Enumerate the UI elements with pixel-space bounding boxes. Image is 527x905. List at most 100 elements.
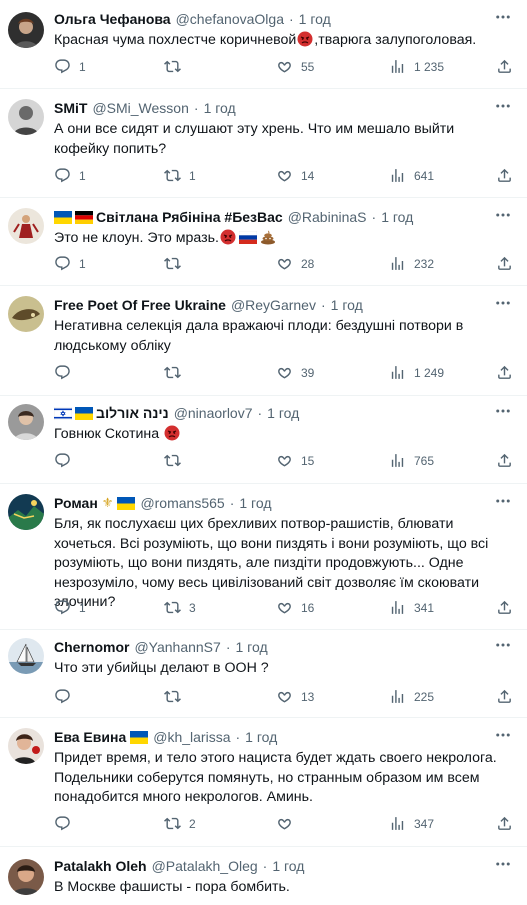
reply-icon (54, 815, 71, 832)
avatar[interactable] (8, 208, 44, 244)
reply-button[interactable]: 1 (54, 167, 86, 184)
retweet-button[interactable]: 1 (164, 167, 196, 184)
user-handle[interactable]: @kh_larissa (153, 728, 230, 746)
views-button[interactable]: 1 235 (389, 58, 444, 75)
display-name[interactable]: SMiT (54, 99, 87, 117)
retweet-icon (164, 255, 181, 272)
avatar[interactable] (8, 12, 44, 48)
display-name[interactable]: Світлана Рябініна #БезВас (96, 208, 283, 226)
display-name[interactable]: Patalakh Oleh (54, 857, 147, 875)
timestamp[interactable]: 1 год (267, 404, 299, 422)
display-name[interactable]: Ольга Чефанова (54, 10, 171, 28)
retweet-button[interactable] (164, 364, 189, 381)
user-handle[interactable]: @chefanovaOlga (176, 10, 284, 28)
avatar[interactable] (8, 728, 44, 764)
avatar[interactable] (8, 296, 44, 332)
like-button[interactable]: 28 (276, 255, 314, 272)
ukraine-flag-icon (54, 211, 72, 224)
timestamp[interactable]: 1 год (381, 208, 413, 226)
user-handle[interactable]: @SMi_Wesson (92, 99, 188, 117)
user-handle[interactable]: @ReyGarnev (231, 296, 316, 314)
display-name[interactable]: Chernomor (54, 638, 129, 656)
like-button[interactable] (276, 815, 301, 832)
avatar[interactable] (8, 859, 44, 895)
display-name[interactable]: Free Poet Of Free Ukraine (54, 296, 226, 314)
views-button[interactable]: 641 (389, 167, 434, 184)
views-button[interactable]: 341 (389, 599, 434, 616)
user-handle[interactable]: @ninaorlov7 (174, 404, 253, 422)
timestamp[interactable]: 1 год (299, 10, 331, 28)
share-button[interactable] (496, 452, 513, 469)
timestamp[interactable]: 1 год (331, 296, 363, 314)
avatar[interactable] (8, 494, 44, 530)
reply-button[interactable]: 1 (54, 599, 86, 616)
reply-button[interactable] (54, 452, 79, 469)
tweet[interactable]: נינה אורלוב @ninaorlov7 · 1 год Говнюк С… (0, 396, 527, 484)
tweet[interactable]: Ева Евина @kh_larissa · 1 год Придет вре… (0, 718, 527, 847)
more-icon[interactable] (493, 636, 513, 654)
tweet[interactable]: Chernomor @YanhannS7 · 1 год Что эти уби… (0, 630, 527, 718)
timestamp[interactable]: 1 год (272, 857, 304, 875)
reply-icon (54, 255, 71, 272)
share-button[interactable] (496, 599, 513, 616)
timestamp[interactable]: 1 год (245, 728, 277, 746)
tweet[interactable]: Роман ⚜ @romans565 · 1 год Бля, як послу… (0, 484, 527, 630)
more-icon[interactable] (493, 97, 513, 115)
reply-button[interactable]: 1 (54, 58, 86, 75)
more-icon[interactable] (493, 206, 513, 224)
retweet-button[interactable] (164, 58, 189, 75)
retweet-button[interactable] (164, 452, 189, 469)
views-button[interactable]: 347 (389, 815, 434, 832)
share-button[interactable] (496, 815, 513, 832)
avatar[interactable] (8, 99, 44, 135)
more-icon[interactable] (493, 726, 513, 744)
reply-button[interactable] (54, 815, 79, 832)
more-icon[interactable] (493, 294, 513, 312)
display-name[interactable]: Ева Евина (54, 728, 126, 746)
tweet[interactable]: Ольга Чефанова @chefanovaOlga · 1 год Кр… (0, 0, 527, 89)
timestamp[interactable]: 1 год (204, 99, 236, 117)
retweet-button[interactable]: 2 (164, 815, 196, 832)
user-handle[interactable]: @romans565 (140, 494, 224, 512)
separator: · (229, 495, 235, 511)
retweet-button[interactable]: 3 (164, 599, 196, 616)
reply-button[interactable] (54, 364, 79, 381)
tweet-text: Негативна селекція дала вражаючі плоди: … (54, 318, 464, 354)
like-button[interactable]: 16 (276, 599, 314, 616)
display-name[interactable]: Роман (54, 494, 98, 512)
like-button[interactable]: 15 (276, 452, 314, 469)
views-button[interactable]: 765 (389, 452, 434, 469)
tweet[interactable]: Free Poet Of Free Ukraine @ReyGarnev · 1… (0, 286, 527, 396)
share-button[interactable] (496, 364, 513, 381)
user-handle[interactable]: @Patalakh_Oleg (152, 857, 258, 875)
views-button[interactable]: 232 (389, 255, 434, 272)
like-button[interactable]: 55 (276, 58, 314, 75)
tweet[interactable]: Patalakh Oleh @Patalakh_Oleg · 1 год В М… (0, 847, 527, 905)
share-button[interactable] (496, 58, 513, 75)
like-button[interactable]: 39 (276, 364, 314, 381)
timestamp[interactable]: 1 год (235, 638, 267, 656)
tweet[interactable]: SMiT @SMi_Wesson · 1 год А они все сидят… (0, 89, 527, 198)
views-button[interactable]: 225 (389, 688, 434, 705)
like-button[interactable]: 13 (276, 688, 314, 705)
like-button[interactable]: 14 (276, 167, 314, 184)
avatar[interactable] (8, 404, 44, 440)
user-handle[interactable]: @RabininaS (288, 208, 367, 226)
more-icon[interactable] (493, 492, 513, 510)
retweet-button[interactable] (164, 255, 189, 272)
avatar[interactable] (8, 638, 44, 674)
timestamp[interactable]: 1 год (239, 494, 271, 512)
more-icon[interactable] (493, 402, 513, 420)
share-button[interactable] (496, 255, 513, 272)
tweet[interactable]: Світлана Рябініна #БезВас @RabininaS · 1… (0, 198, 527, 286)
retweet-button[interactable] (164, 688, 189, 705)
more-icon[interactable] (493, 8, 513, 26)
views-button[interactable]: 1 249 (389, 364, 444, 381)
reply-button[interactable] (54, 688, 79, 705)
reply-button[interactable]: 1 (54, 255, 86, 272)
more-icon[interactable] (493, 855, 513, 873)
user-handle[interactable]: @YanhannS7 (134, 638, 220, 656)
share-button[interactable] (496, 167, 513, 184)
share-button[interactable] (496, 688, 513, 705)
display-name[interactable]: נינה אורלוב (96, 404, 169, 422)
